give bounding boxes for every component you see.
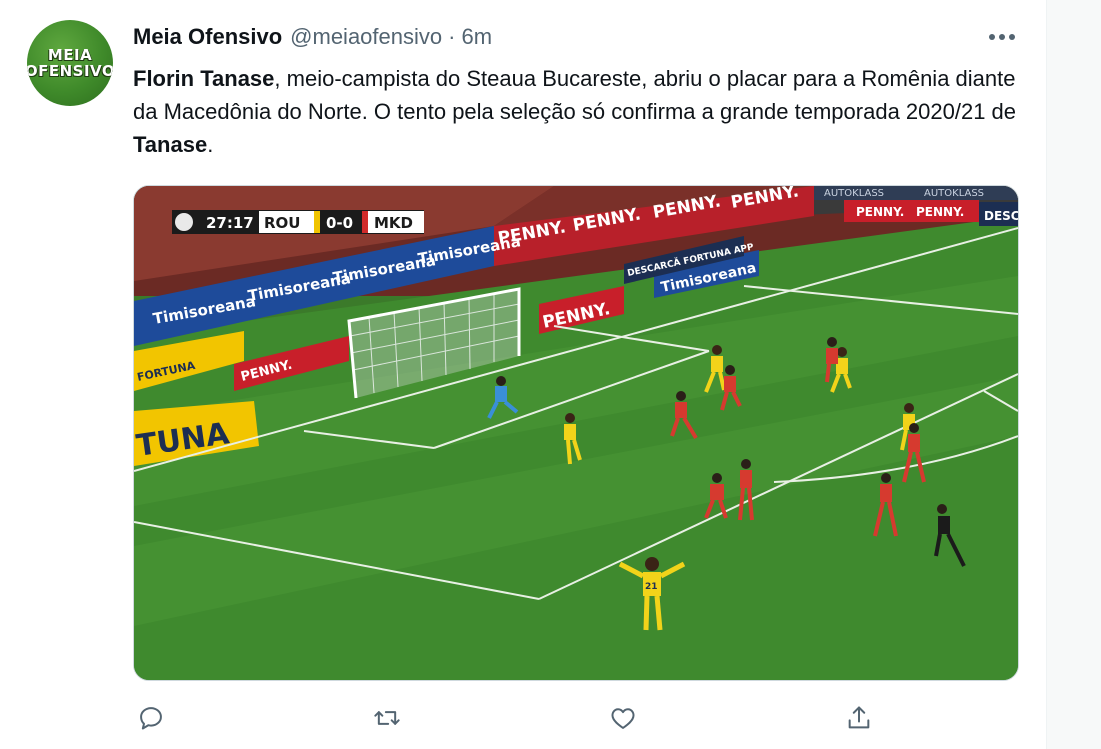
home-team: ROU <box>264 214 300 232</box>
ad-text-autoklass-2: AUTOKLASS <box>924 188 984 199</box>
share-icon <box>848 706 870 729</box>
player-shirt-number: 21 <box>645 582 658 592</box>
tweet-text-end: . <box>207 132 214 157</box>
separator-dot: · <box>448 24 456 49</box>
mention-bold-end: Tanase <box>133 132 208 157</box>
ad-text-autoklass-1: AUTOKLASS <box>824 188 884 199</box>
match-score: 0-0 <box>326 214 353 232</box>
reply-icon <box>140 707 162 730</box>
match-clock: 27:17 <box>206 214 254 232</box>
tweet-text: Florin Tanase, meio-campista do Steaua B… <box>133 62 1033 161</box>
football-match-image: Timisoreana Timisoreana Timisoreana Timi… <box>134 186 1018 680</box>
away-team: MKD <box>374 214 413 232</box>
reply-button[interactable] <box>133 700 169 736</box>
tweet[interactable]: MEIA OFENSIVO Meia Ofensivo @meiaofensiv… <box>0 0 1046 749</box>
right-column-background <box>1046 0 1101 749</box>
mention-bold-start: Florin Tanase <box>133 66 275 91</box>
ad-text-penny-right-1: PENNY. <box>856 205 904 219</box>
tweet-header: Meia Ofensivo @meiaofensivo · 6m <box>133 24 492 54</box>
avatar-line-1: MEIA <box>47 46 93 64</box>
avatar[interactable]: MEIA OFENSIVO <box>27 20 113 106</box>
retweet-icon <box>374 711 400 725</box>
share-button[interactable] <box>841 700 877 736</box>
author-name[interactable]: Meia Ofensivo <box>133 24 282 50</box>
tweet-media-image[interactable]: Timisoreana Timisoreana Timisoreana Timi… <box>133 185 1019 681</box>
competition-logo-icon <box>175 213 193 231</box>
ad-text-desc: DESC <box>984 209 1018 223</box>
like-button[interactable] <box>605 700 641 736</box>
timestamp[interactable]: 6m <box>461 24 492 50</box>
like-icon <box>611 708 635 729</box>
avatar-logo: MEIA OFENSIVO <box>27 20 113 106</box>
scoreboard: 27:17 ROU 0-0 MKD <box>172 210 424 234</box>
tweet-actions <box>133 700 893 740</box>
author-handle[interactable]: @meiaofensivo <box>290 24 442 50</box>
avatar-line-2: OFENSIVO <box>27 62 113 80</box>
more-options-button[interactable] <box>985 25 1019 49</box>
more-dots-icon <box>989 34 1015 40</box>
ad-text-penny-right-2: PENNY. <box>916 205 964 219</box>
retweet-button[interactable] <box>369 700 405 736</box>
